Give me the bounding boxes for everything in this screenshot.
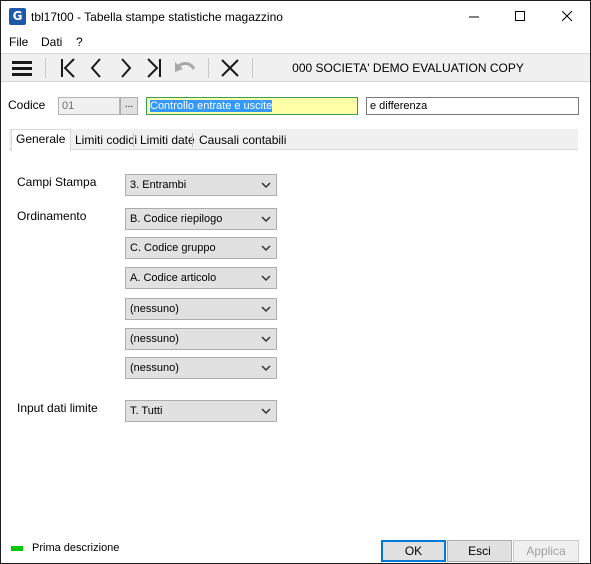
first-record-icon — [61, 58, 75, 78]
menu-help[interactable]: ? — [76, 35, 83, 49]
tab-divider — [192, 133, 193, 147]
ordinamento-select-3[interactable]: A. Codice articolo — [125, 267, 277, 289]
codice-label: Codice — [8, 98, 46, 112]
ordinamento-value: B. Codice riepilogo — [130, 213, 223, 225]
next-record-button[interactable] — [115, 56, 137, 80]
delete-icon — [221, 59, 239, 77]
tab-divider — [133, 133, 134, 147]
previous-record-button[interactable] — [85, 56, 107, 80]
ok-button[interactable]: OK — [381, 540, 446, 562]
esci-button[interactable]: Esci — [447, 540, 512, 562]
descrizione-selected-text: Controllo entrate e uscite — [150, 100, 273, 112]
ordinamento-select-1[interactable]: B. Codice riepilogo — [125, 208, 277, 230]
input-dati-limite-select[interactable]: T. Tutti — [125, 400, 277, 422]
chevron-down-icon — [261, 275, 271, 282]
applica-button[interactable]: Applica — [513, 540, 579, 562]
tab-generale[interactable]: Generale — [11, 129, 71, 151]
chevron-down-icon — [261, 365, 271, 372]
app-logo-icon: G — [9, 8, 26, 25]
ordinamento-value: A. Codice articolo — [130, 272, 217, 284]
chevron-down-icon — [261, 306, 271, 313]
chevron-down-icon — [261, 336, 271, 343]
ordinamento-value: (nessuno) — [130, 362, 179, 374]
ordinamento-select-4[interactable]: (nessuno) — [125, 298, 277, 320]
menu-file[interactable]: File — [9, 35, 28, 49]
close-window-button[interactable] — [544, 1, 590, 32]
ordinamento-value: (nessuno) — [130, 303, 179, 315]
maximize-button[interactable] — [497, 1, 543, 32]
undo-button[interactable] — [173, 56, 199, 80]
descrizione-field[interactable]: Controllo entrate e uscite — [146, 97, 358, 115]
chevron-down-icon — [261, 216, 271, 223]
tab-limiti-date[interactable]: Limiti date — [136, 131, 199, 150]
previous-record-icon — [90, 58, 101, 78]
last-record-button[interactable] — [142, 56, 166, 80]
status-indicator — [11, 546, 23, 551]
ordinamento-label: Ordinamento — [17, 209, 87, 223]
chevron-down-icon — [261, 245, 271, 252]
tab-strip: Generale Limiti codici Limiti date Causa… — [9, 129, 578, 151]
title-bar: G tbl17t00 - Tabella stampe statistiche … — [1, 1, 590, 32]
campi-stampa-value: 3. Entrambi — [130, 179, 187, 191]
ordinamento-select-2[interactable]: C. Codice gruppo — [125, 237, 277, 259]
chevron-down-icon — [261, 182, 271, 189]
toolbar-separator — [208, 58, 209, 78]
ordinamento-select-5[interactable]: (nessuno) — [125, 328, 277, 350]
ordinamento-value: C. Codice gruppo — [130, 242, 216, 254]
first-record-button[interactable] — [56, 56, 80, 80]
next-record-icon — [121, 58, 132, 78]
delete-button[interactable] — [217, 56, 243, 80]
window-title: tbl17t00 - Tabella stampe statistiche ma… — [31, 10, 283, 24]
application-window: G tbl17t00 - Tabella stampe statistiche … — [0, 0, 591, 564]
descrizione2-field[interactable]: e differenza — [366, 97, 579, 115]
menu-icon — [12, 61, 32, 76]
input-dati-limite-label: Input dati limite — [17, 401, 98, 415]
campi-stampa-label: Campi Stampa — [17, 175, 97, 189]
menu-dati[interactable]: Dati — [41, 35, 62, 49]
main-menu-button[interactable] — [9, 56, 35, 80]
minimize-icon — [468, 16, 479, 18]
minimize-button[interactable] — [451, 1, 497, 32]
toolbar: 000 SOCIETA' DEMO EVALUATION COPY — [1, 53, 590, 82]
toolbar-separator — [45, 58, 46, 78]
company-name: 000 SOCIETA' DEMO EVALUATION COPY — [292, 61, 524, 75]
last-record-icon — [147, 58, 161, 78]
codice-field[interactable]: 01 — [58, 97, 120, 115]
chevron-down-icon — [261, 408, 271, 415]
tab-causali-contabili[interactable]: Causali contabili — [195, 131, 290, 150]
campi-stampa-select[interactable]: 3. Entrambi — [125, 174, 277, 196]
tab-limiti-codici[interactable]: Limiti codici — [71, 131, 141, 150]
ordinamento-value: (nessuno) — [130, 333, 179, 345]
input-dati-limite-value: T. Tutti — [130, 405, 163, 417]
ordinamento-select-6[interactable]: (nessuno) — [125, 357, 277, 379]
close-icon — [561, 11, 572, 22]
undo-icon — [175, 62, 196, 72]
status-text: Prima descrizione — [32, 542, 120, 554]
menu-bar: File Dati ? — [1, 32, 590, 52]
maximize-icon — [514, 11, 525, 21]
codice-lookup-button[interactable]: ... — [120, 97, 138, 115]
